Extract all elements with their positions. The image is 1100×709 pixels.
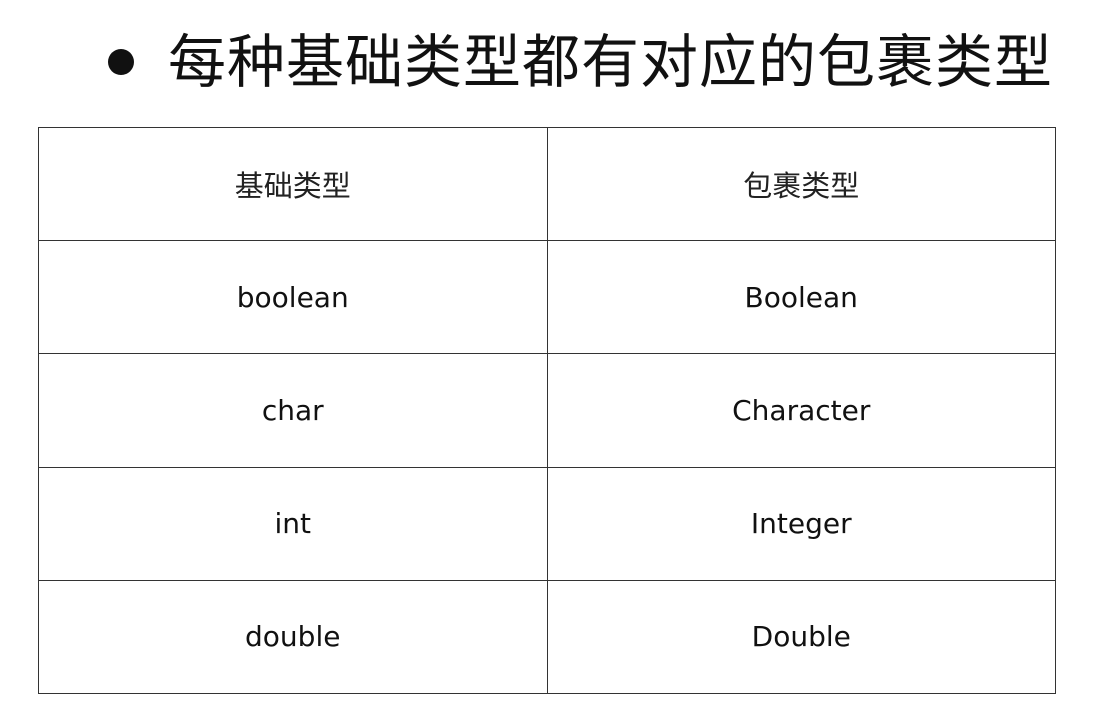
primitive-type-cell: double	[38, 579, 548, 695]
table-row: char Character	[38, 353, 1056, 468]
wrapper-type-cell: Boolean	[546, 240, 1056, 355]
wrapper-type-cell: Character	[546, 353, 1056, 468]
primitive-type-cell: char	[38, 353, 548, 468]
table-row: int Integer	[38, 466, 1056, 581]
primitive-type-cell: int	[38, 466, 548, 581]
table-row: boolean Boolean	[38, 240, 1056, 355]
type-mapping-table: 基础类型 包裹类型 boolean Boolean char Character…	[38, 126, 1056, 695]
header-primitive-type: 基础类型	[38, 126, 548, 242]
table-header-row: 基础类型 包裹类型	[38, 126, 1056, 242]
bullet-icon	[108, 49, 134, 75]
title-row: 每种基础类型都有对应的包裹类型	[108, 22, 1053, 102]
wrapper-type-cell: Integer	[546, 466, 1056, 581]
table-row: double Double	[38, 579, 1056, 695]
header-wrapper-type: 包裹类型	[546, 126, 1056, 242]
wrapper-type-cell: Double	[546, 579, 1056, 695]
slide-title: 每种基础类型都有对应的包裹类型	[168, 28, 1054, 96]
primitive-type-cell: boolean	[38, 240, 548, 355]
